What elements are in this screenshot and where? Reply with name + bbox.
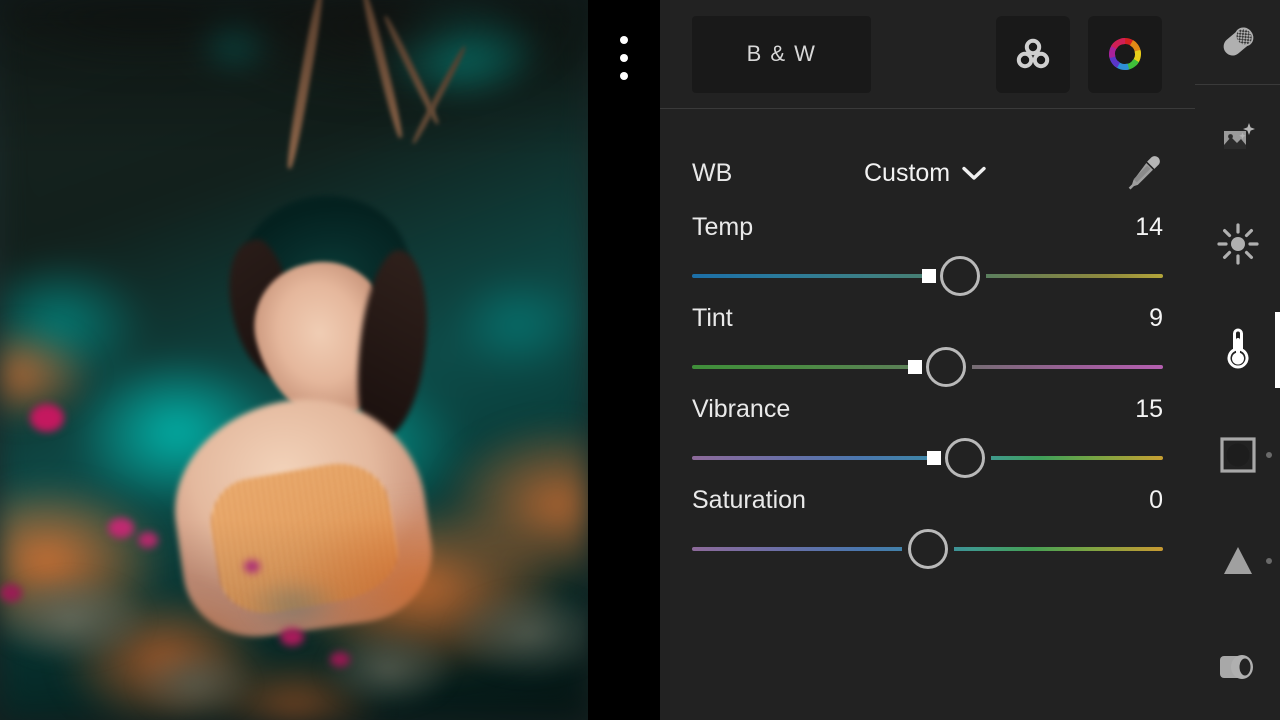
slider-saturation-value: 0 <box>1149 486 1163 514</box>
slider-vibrance-delta-tick <box>927 451 942 465</box>
white-balance-label: WB <box>692 158 733 187</box>
color-mix-button[interactable] <box>996 15 1070 93</box>
eyedropper-button[interactable] <box>1121 152 1163 194</box>
canvas-black-filler <box>588 0 660 720</box>
slider-temp: Temp 14 <box>660 213 1195 296</box>
bw-button[interactable]: B & W <box>692 15 871 93</box>
slider-tint: Tint 9 <box>660 304 1195 387</box>
slider-temp-delta-tick <box>922 269 937 283</box>
rail-item-detail[interactable] <box>1195 508 1280 614</box>
eyedropper-icon <box>1121 152 1163 194</box>
slider-vibrance: Vibrance 15 <box>660 395 1195 478</box>
rail-item-dot <box>1266 558 1272 565</box>
color-icon <box>1215 327 1261 373</box>
color-mix-icon <box>1014 35 1052 73</box>
slider-tint-knob[interactable] <box>926 347 967 387</box>
slider-temp-head: Temp 14 <box>692 213 1163 242</box>
edited-photo[interactable] <box>0 0 588 720</box>
kebab-dot <box>620 72 628 80</box>
slider-vibrance-knob[interactable] <box>945 438 986 478</box>
slider-temp-track-wrap[interactable] <box>692 256 1163 296</box>
slider-tint-value: 9 <box>1149 304 1163 332</box>
slider-temp-value: 14 <box>1135 213 1163 241</box>
optics-icon <box>1214 644 1262 690</box>
white-balance-select[interactable]: Custom <box>864 159 986 188</box>
slider-saturation: Saturation 0 <box>660 486 1195 569</box>
white-balance-value: Custom <box>864 158 951 187</box>
rail-item-effects[interactable] <box>1195 402 1280 508</box>
color-wheel-button[interactable] <box>1088 15 1162 93</box>
app-root: B & W WB Custom Temp 14 Tint 9 Vibrance … <box>0 0 1280 720</box>
bw-button-label: B & W <box>746 41 817 66</box>
slider-vibrance-label: Vibrance <box>692 395 791 423</box>
slider-tint-delta-tick <box>908 360 923 374</box>
slider-tint-track-wrap[interactable] <box>692 347 1163 387</box>
tool-rail <box>1195 0 1280 720</box>
slider-tint-label: Tint <box>692 304 733 332</box>
rail-item-optics[interactable] <box>1195 614 1280 720</box>
photo-vignette-overlay <box>0 0 588 720</box>
kebab-dot <box>620 54 628 62</box>
rail-item-auto[interactable] <box>1195 85 1280 191</box>
detail-icon <box>1215 538 1261 584</box>
chevron-down-icon <box>962 166 986 181</box>
slider-tint-head: Tint 9 <box>692 304 1163 333</box>
slider-saturation-label: Saturation <box>692 486 806 514</box>
rail-item-light[interactable] <box>1195 191 1280 297</box>
photo-canvas[interactable] <box>0 0 660 720</box>
rail-item-healing[interactable] <box>1195 0 1280 84</box>
slider-vibrance-track-wrap[interactable] <box>692 438 1163 478</box>
slider-vibrance-value: 15 <box>1135 395 1163 423</box>
color-wheel-icon <box>1105 34 1145 74</box>
kebab-dot <box>620 36 628 44</box>
slider-saturation-head: Saturation 0 <box>692 486 1163 515</box>
slider-vibrance-head: Vibrance 15 <box>692 395 1163 424</box>
slider-saturation-knob[interactable] <box>907 529 948 569</box>
more-options-button[interactable] <box>614 36 634 80</box>
effects-icon <box>1215 432 1261 478</box>
auto-enhance-icon <box>1215 115 1261 161</box>
slider-saturation-track-wrap[interactable] <box>692 529 1163 569</box>
slider-temp-label: Temp <box>692 213 754 241</box>
healing-icon <box>1216 20 1260 64</box>
light-icon <box>1215 221 1261 267</box>
slider-list: Temp 14 Tint 9 Vibrance 15 Saturation 0 <box>660 213 1195 569</box>
panel-toolbar: B & W <box>660 0 1195 109</box>
slider-temp-knob[interactable] <box>940 256 981 296</box>
rail-tool-list <box>1195 85 1280 720</box>
rail-item-color[interactable] <box>1195 297 1280 403</box>
rail-selection-indicator <box>1275 311 1280 388</box>
rail-item-dot <box>1266 452 1272 459</box>
white-balance-row: WB Custom <box>660 141 1195 205</box>
edit-panel: B & W WB Custom Temp 14 Tint 9 Vibrance … <box>660 0 1195 720</box>
